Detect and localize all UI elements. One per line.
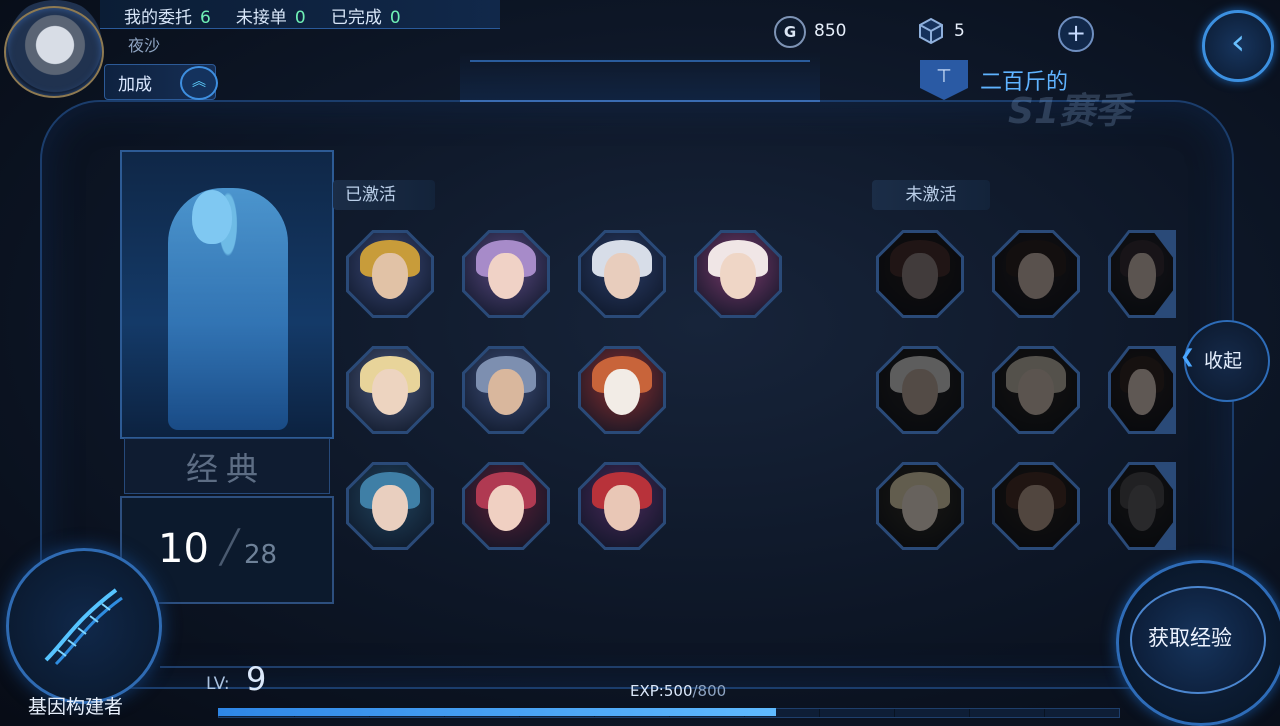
hero-count-total: 28 (244, 540, 278, 570)
portrait-art (697, 233, 779, 315)
cube-amount: 5 (954, 21, 965, 41)
locked-hero-portrait[interactable] (876, 462, 964, 550)
hero-portrait[interactable] (346, 230, 434, 318)
portrait-face (1017, 252, 1055, 299)
hologram-head (192, 190, 232, 244)
hero-portrait[interactable] (346, 346, 434, 434)
portrait-face (371, 368, 409, 415)
bottom-divider (160, 666, 1120, 668)
exp-current: EXP:500 (630, 682, 693, 700)
portrait-art (995, 465, 1077, 547)
portrait-art (995, 233, 1077, 315)
stat-value-my-commission: 6 (200, 8, 211, 28)
exp-bar-fill (218, 708, 776, 716)
portrait-art (349, 233, 431, 315)
player-name: 夜沙 (128, 36, 161, 55)
portrait-face (901, 484, 939, 531)
stat-value-completed: 0 (389, 8, 401, 28)
portrait-art (465, 233, 547, 315)
portrait-art (581, 465, 663, 547)
portrait-art (879, 465, 961, 547)
hero-portrait[interactable] (462, 346, 550, 434)
exp-segment-divider (969, 709, 970, 717)
portrait-face (1128, 252, 1156, 299)
portrait-face (603, 484, 641, 531)
portrait-art (1111, 465, 1173, 547)
locked-hero-portrait[interactable] (876, 230, 964, 318)
banner-divider (470, 60, 810, 62)
portrait-art (465, 465, 547, 547)
exp-max: /800 (692, 682, 727, 700)
portrait-art (1111, 233, 1173, 315)
portrait-art (349, 465, 431, 547)
portrait-face (371, 484, 409, 531)
locked-hero-portrait[interactable] (876, 346, 964, 434)
portrait-face (1128, 484, 1156, 531)
section-header-inactive: 未激活 (872, 180, 990, 210)
portrait-art (581, 349, 663, 431)
portrait-face (1017, 368, 1055, 415)
portrait-face (487, 484, 525, 531)
portrait-face (487, 368, 525, 415)
portrait-art (581, 233, 663, 315)
commission-stats-bar: 我的委托 6 未接单 0 已完成 0 (100, 0, 500, 29)
avatar-frame (4, 6, 104, 98)
hero-portrait[interactable] (694, 230, 782, 318)
portrait-art (879, 233, 961, 315)
chevron-left-icon: ❮ (1180, 346, 1196, 367)
cube-icon (916, 16, 946, 46)
season-badge-icon: ⊤ (920, 60, 968, 100)
collapse-label: 收起 (1204, 350, 1243, 372)
portrait-face (719, 252, 757, 299)
stat-label-my-commission: 我的委托 (124, 8, 192, 28)
portrait-art (465, 349, 547, 431)
exp-segment-divider (894, 709, 895, 717)
category-label: 经典 (185, 450, 266, 488)
add-currency-button[interactable]: + (1058, 16, 1094, 52)
stat-label-unaccepted: 未接单 (235, 8, 287, 28)
hero-portrait[interactable] (578, 230, 666, 318)
section-header-active: 已激活 (333, 180, 435, 210)
back-button[interactable]: ‹ (1202, 10, 1274, 82)
portrait-face (1128, 368, 1156, 415)
hero-portrait[interactable] (462, 462, 550, 550)
exp-segment-divider (819, 709, 820, 717)
gold-coin-icon: G (774, 16, 806, 48)
portrait-face (487, 252, 525, 299)
portrait-face (371, 252, 409, 299)
hero-portrait[interactable] (578, 346, 666, 434)
hero-portrait[interactable] (346, 462, 434, 550)
portrait-art (349, 349, 431, 431)
exp-text: EXP:500/800 (630, 682, 726, 700)
portrait-face (901, 368, 939, 415)
gene-builder-title: 基因构建者 (28, 696, 124, 718)
get-exp-label: 获取经验 (1148, 626, 1232, 650)
stat-label-completed: 已完成 (330, 8, 382, 28)
chevron-up-icon[interactable]: ︽ (180, 66, 218, 100)
season-label: S1赛季 (1008, 91, 1131, 132)
level-label: LV: (206, 674, 230, 694)
hero-count-current: 10 (158, 526, 209, 572)
count-divider: ╱ (220, 528, 240, 566)
exp-segment-divider (1044, 709, 1045, 717)
dna-icon (36, 580, 126, 670)
portrait-art (1111, 349, 1173, 431)
portrait-face (901, 252, 939, 299)
stat-value-unaccepted: 0 (294, 8, 306, 28)
hero-portrait[interactable] (578, 462, 666, 550)
portrait-face (603, 368, 641, 415)
back-arrow-icon: ‹ (1230, 22, 1246, 63)
portrait-face (1017, 484, 1055, 531)
portrait-face (603, 252, 641, 299)
hero-portrait[interactable] (462, 230, 550, 318)
portrait-art (995, 349, 1077, 431)
bonus-label: 加成 (118, 75, 152, 95)
portrait-art (879, 349, 961, 431)
level-value: 9 (246, 660, 267, 698)
gold-amount: 850 (814, 21, 847, 41)
